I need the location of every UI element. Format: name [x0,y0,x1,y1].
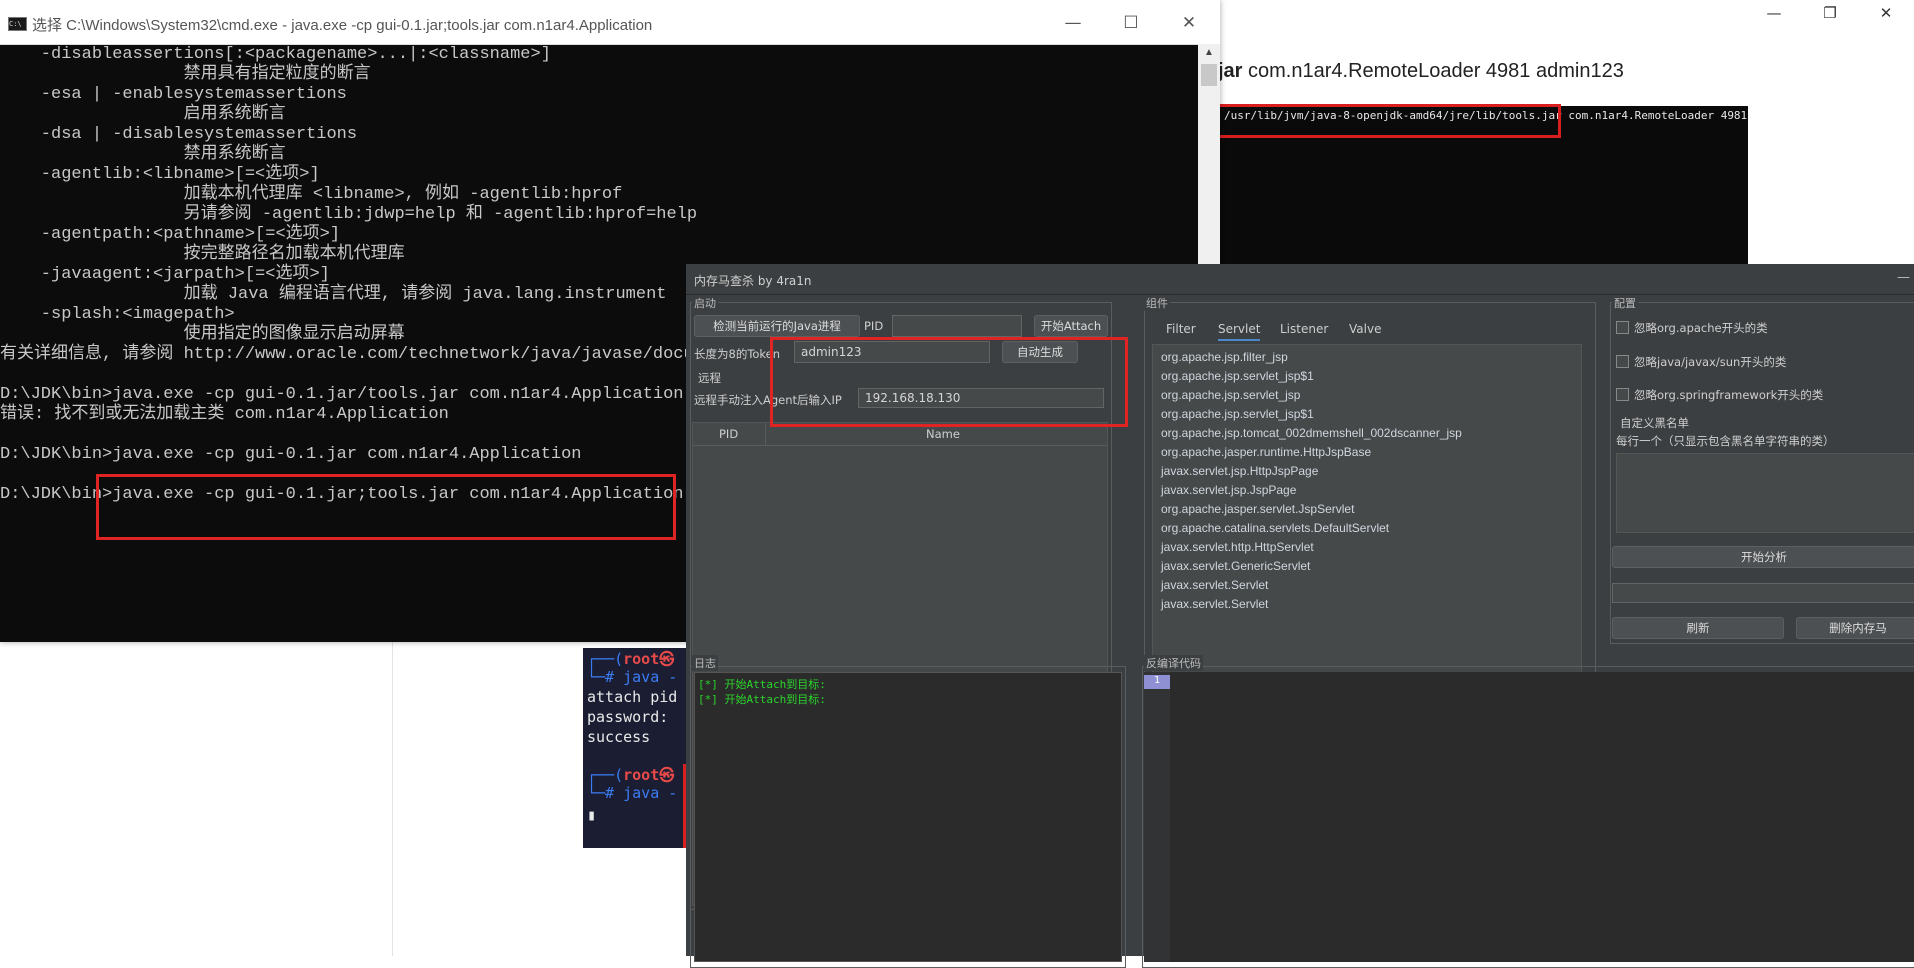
list-item[interactable]: javax.servlet.jsp.JspPage [1161,483,1296,497]
tab-servlet[interactable]: Servlet [1218,322,1261,341]
table-header-divider [693,445,1107,446]
token-label: 长度为8的Token [694,347,781,361]
minimize-icon[interactable]: — [1746,0,1802,26]
console-line: 按完整路径名加载本机代理库 [0,245,405,264]
console-line: -agentlib:<libname>[=<选项>] [0,165,320,184]
maximize-icon[interactable]: ☐ [1102,0,1160,44]
tab-listener[interactable]: Listener [1280,322,1328,336]
divider [392,640,393,956]
cmd-window-controls: — ☐ ✕ [1044,0,1218,44]
console-line: 另请参阅 -agentlib:jdwp=help 和 -agentlib:hpr… [0,205,698,224]
blacklist-hint: 每行一个（只显示包含黑名单字符串的类） [1616,434,1835,448]
kali-terminal-screenshot: ┌──(root㉿ └─# java - attach pid password… [583,648,687,848]
tab-valve[interactable]: Valve [1349,322,1381,336]
list-item[interactable]: javax.servlet.http.HttpServlet [1161,540,1314,554]
config-section-title: 配置 [1612,295,1638,311]
restore-icon[interactable]: ❐ [1802,0,1858,26]
console-line: 禁用具有指定粒度的断言 [0,65,371,84]
list-item[interactable]: javax.servlet.jsp.HttpJspPage [1161,464,1318,478]
list-item[interactable]: org.apache.jsp.servlet_jsp$1 [1161,407,1314,421]
console-line: -esa | -enablesystemassertions [0,85,347,104]
ignore-java-label: 忽略java/javax/sun开头的类 [1634,355,1787,369]
column-divider [765,423,766,445]
close-icon[interactable]: ✕ [1160,0,1218,44]
console-line: -agentpath:<pathname>[=<选项>] [0,225,341,244]
ignore-apache-checkbox[interactable] [1616,321,1629,334]
list-item[interactable]: org.apache.jsp.tomcat_002dmemshell_002ds… [1161,426,1462,440]
start-section-title: 启动 [692,295,718,311]
terminal-line: ┌──(root㉿ [587,650,675,668]
blacklist-textarea[interactable] [1616,453,1914,533]
heading-bold-text: jar [1218,60,1243,82]
list-item[interactable]: org.apache.jsp.servlet_jsp$1 [1161,369,1314,383]
tool-title-bar[interactable] [686,264,1914,295]
ignore-apache-label: 忽略org.apache开头的类 [1634,321,1768,335]
highlight-box [96,474,676,540]
list-item[interactable]: org.apache.jasper.runtime.HttpJspBase [1161,445,1371,459]
scroll-up-arrow-icon[interactable]: ▲ [1198,44,1220,62]
list-item[interactable]: org.apache.catalina.servlets.DefaultServ… [1161,521,1389,535]
minimize-icon[interactable]: — [1897,270,1910,285]
log-section-title: 日志 [692,655,718,671]
tab-filter[interactable]: Filter [1166,322,1196,336]
decompile-editor[interactable] [1144,672,1914,962]
terminal-line: success [587,728,651,746]
detect-java-process-button[interactable]: 检测当前运行的Java进程 [694,315,860,337]
blacklist-title: 自定义黑名单 [1620,416,1689,430]
decompile-section-title: 反编译代码 [1144,655,1203,671]
console-line: 启用系统断言 [0,105,286,124]
console-line: -disableassertions[:<packagename>...|:<c… [0,45,551,64]
terminal-line: password: [587,708,669,726]
list-item[interactable]: org.apache.jasper.servlet.JspServlet [1161,502,1354,516]
minimize-icon[interactable]: — [1044,0,1102,44]
close-icon[interactable]: ✕ [1858,0,1914,26]
start-analysis-button[interactable]: 开始分析 [1612,546,1914,568]
pid-input[interactable] [892,315,1022,337]
ignore-java-checkbox[interactable] [1616,355,1629,368]
highlight-box [770,337,1128,427]
log-line: [*] 开始Attach到目标: [698,678,826,691]
line-number: 1 [1144,675,1170,689]
highlight-box [1216,104,1561,138]
background-window-controls: — ❐ ✕ [1746,0,1914,26]
terminal-line: └─# java - [587,668,678,686]
log-line: [*] 开始Attach到目标: [698,693,826,706]
pid-label: PID [864,319,884,333]
list-item[interactable]: org.apache.jsp.servlet_jsp [1161,388,1300,402]
line-number-gutter [1144,672,1170,962]
terminal-line: └─# java - [587,784,678,802]
remote-section-title: 远程 [698,371,721,385]
status-field[interactable] [1612,583,1914,603]
cmd-window-title: 选择 C:\Windows\System32\cmd.exe - java.ex… [32,17,653,34]
refresh-button[interactable]: 刷新 [1612,617,1784,639]
heading-text: com.n1ar4.RemoteLoader 4981 admin123 [1242,60,1624,82]
console-line: -dsa | -disablesystemassertions [0,125,358,144]
cmd-app-icon: C:\ [8,17,27,31]
tool-window-title: 内存马查杀 by 4ra1n [694,274,812,288]
terminal-line: ┌──(root㉿ [587,766,675,784]
list-item[interactable]: org.apache.jsp.filter_jsp [1161,350,1288,364]
name-column-header[interactable]: Name [926,427,960,441]
article-command-heading: jar com.n1ar4.RemoteLoader 4981 admin123 [1218,60,1624,83]
scrollbar-thumb[interactable] [1201,64,1217,86]
terminal-line: attach pid [587,688,678,706]
console-line: 加载本机代理库 <libname>, 例如 -agentlib:hprof [0,185,623,204]
start-attach-button[interactable]: 开始Attach [1034,315,1108,337]
ignore-spring-label: 忽略org.springframework开头的类 [1634,388,1824,402]
log-output[interactable] [694,672,1122,962]
console-line: 禁用系统断言 [0,145,286,164]
terminal-cursor: ▮ [587,806,597,824]
delete-memshell-button[interactable]: 删除内存马 [1796,617,1914,639]
list-item[interactable]: javax.servlet.GenericServlet [1161,559,1310,573]
ignore-spring-checkbox[interactable] [1616,388,1629,401]
components-section-title: 组件 [1144,295,1170,311]
pid-column-header[interactable]: PID [719,427,738,441]
list-item[interactable]: javax.servlet.Servlet [1161,597,1268,611]
list-item[interactable]: javax.servlet.Servlet [1161,578,1268,592]
